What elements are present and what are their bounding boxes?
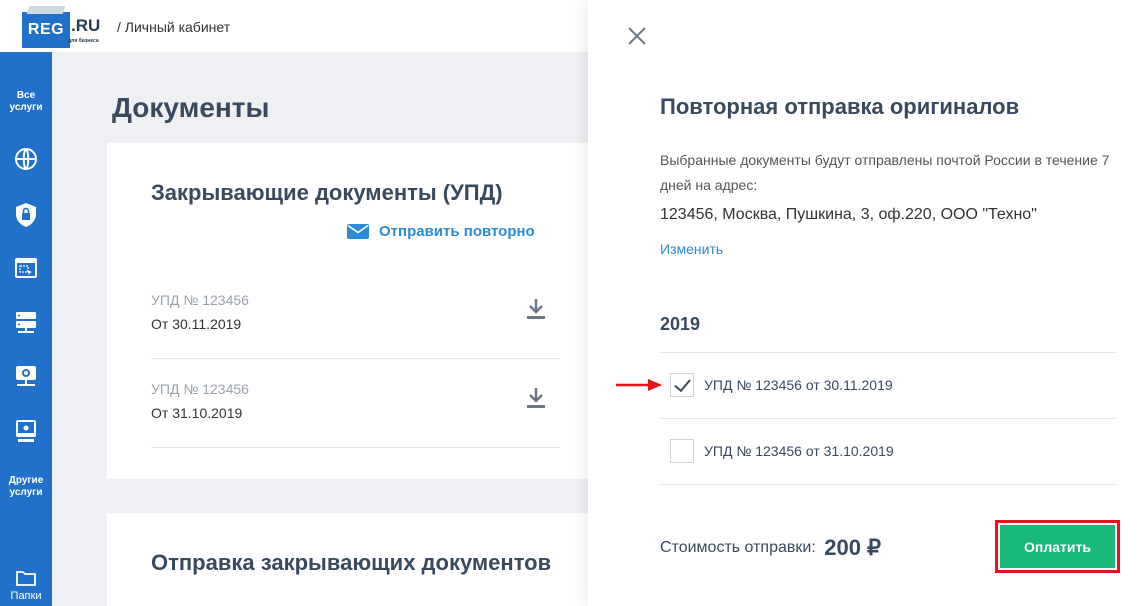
document-title: УПД № 123456: [151, 292, 249, 308]
download-icon[interactable]: [526, 298, 546, 320]
document-checkbox-row[interactable]: УПД № 123456 от 30.11.2019: [670, 373, 893, 397]
monitor-icon: [16, 420, 36, 442]
network-icon: [16, 366, 36, 386]
sidebar-item-hosting[interactable]: [0, 310, 52, 334]
sidebar-all-services-label: Все услуги: [9, 90, 43, 113]
logo-subtitle: для бизнеса: [68, 38, 99, 44]
website-builder-icon: [15, 258, 37, 278]
year-heading: 2019: [660, 314, 701, 334]
breadcrumb[interactable]: / Личный кабинет: [117, 19, 230, 35]
sidebar: Все услуги Другие услуги Папки: [0, 52, 52, 606]
resend-label: Отправить повторно: [379, 223, 535, 240]
document-checkbox-label: УПД № 123456 от 30.11.2019: [704, 377, 893, 393]
sidebar-item-ssl[interactable]: [0, 202, 52, 228]
sending-documents-card: Отправка закрывающих документов: [107, 513, 627, 606]
sidebar-item-constructor[interactable]: [0, 257, 52, 279]
sidebar-item-other-services[interactable]: Другие услуги: [0, 475, 52, 499]
pay-button[interactable]: Оплатить: [1000, 525, 1115, 568]
document-checkbox-row[interactable]: УПД № 123456 от 31.10.2019: [670, 439, 894, 463]
shipping-cost-label: Стоимость отправки:: [660, 539, 816, 556]
page-title: Документы: [112, 92, 270, 123]
shipping-cost-value: 200 ₽: [824, 535, 882, 560]
logo-ru-text: .RU: [71, 16, 101, 35]
document-checkbox[interactable]: [670, 373, 694, 397]
document-date: От 31.10.2019: [151, 405, 243, 421]
panel-description: Выбранные документы будут отправлены поч…: [660, 152, 1110, 193]
pay-button-highlight: Оплатить: [995, 520, 1120, 573]
document-row: УПД № 123456 От 30.11.2019: [151, 270, 560, 359]
document-title: УПД № 123456: [151, 381, 249, 397]
shield-icon: [16, 203, 36, 227]
divider: [660, 484, 1116, 485]
sidebar-item-servers[interactable]: [0, 419, 52, 443]
sidebar-item-folders[interactable]: Папки: [0, 570, 52, 602]
close-icon[interactable]: [626, 25, 648, 47]
download-icon[interactable]: [526, 387, 546, 409]
delivery-address: 123456, Москва, Пушкина, 3, оф.220, ООО …: [660, 206, 1037, 223]
closing-documents-card: Закрывающие документы (УПД) Отправить по…: [107, 143, 627, 479]
document-date: От 30.11.2019: [151, 316, 242, 332]
globe-icon: [15, 148, 37, 170]
sidebar-item-domains[interactable]: [0, 147, 52, 171]
card-title: Закрывающие документы (УПД): [151, 180, 503, 205]
document-checkbox-label: УПД № 123456 от 31.10.2019: [704, 443, 894, 459]
logo-mark: REG: [22, 12, 70, 48]
sidebar-item-all-services[interactable]: Все услуги: [0, 90, 52, 114]
resend-originals-panel: Повторная отправка оригиналов Выбранные …: [588, 0, 1142, 606]
folder-icon: [16, 571, 36, 586]
reg-ru-logo[interactable]: REG .RU для бизнеса: [22, 8, 102, 48]
card-title: Отправка закрывающих документов: [151, 550, 552, 575]
shipping-cost: Стоимость отправки: 200 ₽: [660, 535, 881, 561]
document-row: УПД № 123456 От 31.10.2019: [151, 359, 560, 448]
change-address-link[interactable]: Изменить: [660, 241, 723, 257]
panel-title: Повторная отправка оригиналов: [660, 94, 1020, 119]
document-checkbox[interactable]: [670, 439, 694, 463]
main-content: Документы Закрывающие документы (УПД) От…: [52, 52, 627, 606]
divider: [660, 418, 1116, 419]
sidebar-item-vps[interactable]: [0, 364, 52, 388]
divider: [660, 352, 1116, 353]
sidebar-other-services-label: Другие услуги: [8, 475, 44, 498]
sidebar-folders-label: Папки: [10, 590, 42, 602]
envelope-icon: [347, 224, 369, 239]
resend-button[interactable]: Отправить повторно: [347, 223, 535, 240]
server-icon: [16, 312, 36, 333]
pointer-arrow-icon: [616, 379, 662, 391]
